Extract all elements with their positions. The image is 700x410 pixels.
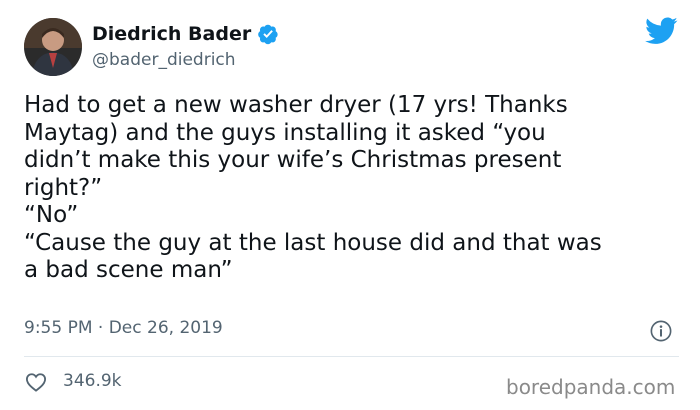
avatar-photo bbox=[24, 18, 82, 76]
tweet-timestamp[interactable]: 9:55 PM · Dec 26, 2019 bbox=[24, 318, 223, 338]
twitter-bird-icon[interactable] bbox=[645, 17, 678, 45]
tweet-line: didn’t make this your wife’s Christmas p… bbox=[24, 147, 562, 173]
divider bbox=[24, 356, 679, 357]
watermark: boredpanda.com bbox=[506, 375, 676, 399]
tweet-text: Had to get a new washer dryer (17 yrs! T… bbox=[24, 92, 686, 285]
author-handle[interactable]: @bader_diedrich bbox=[92, 50, 236, 70]
tweet-line: a bad scene man” bbox=[24, 257, 233, 283]
tweet-line: right?” bbox=[24, 174, 103, 201]
info-icon[interactable] bbox=[650, 320, 672, 342]
avatar[interactable] bbox=[24, 18, 82, 76]
like-count: 346.9k bbox=[63, 371, 122, 391]
verified-badge-icon bbox=[258, 24, 278, 45]
heart-icon[interactable] bbox=[25, 372, 47, 392]
author-name-row: Diedrich Bader bbox=[92, 20, 279, 48]
tweet-line: “Cause the guy at the last house did and… bbox=[24, 229, 602, 256]
tweet-line: Maytag) and the guys installing it asked… bbox=[24, 119, 546, 146]
author-display-name[interactable]: Diedrich Bader bbox=[92, 23, 251, 45]
tweet-line: Had to get a new washer dryer (17 yrs! T… bbox=[24, 92, 568, 118]
tweet-line: “No” bbox=[24, 202, 79, 228]
